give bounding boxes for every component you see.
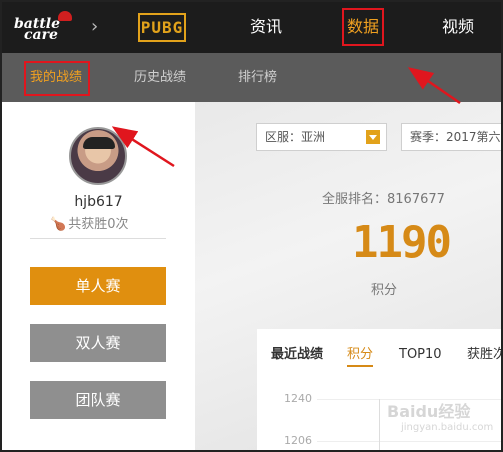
profile-sidebar: hjb617 🍗 共获胜0次 单人赛 双人赛 团队赛 [2,102,195,450]
server-select-value: 区服：亚洲 [265,130,326,144]
season-select[interactable]: 赛季：2017第六季 [401,123,503,151]
score-value: 1190 [352,217,452,268]
server-rank: 全服排名：8167677 [322,192,445,207]
duo-mode-button[interactable]: 双人赛 [30,324,166,362]
season-select-value: 赛季：2017第六季 [410,130,503,144]
server-select[interactable]: 区服：亚洲 [256,123,387,151]
watermark-line1: Baidu经验 [387,402,471,421]
baidu-watermark: Baidu经验 jingyan.baidu.com [387,398,499,442]
username: hjb617 [74,194,123,210]
squad-mode-button[interactable]: 团队赛 [30,381,166,419]
sub-navigation-bar: 我的战绩 历史战绩 排行榜 [2,53,501,102]
nav-data[interactable]: 数据 [347,16,379,38]
top-navigation-bar: battle care › PUBG 资讯 数据 视频 [2,2,501,53]
chevron-right-icon: › [91,16,99,37]
y-axis-label: 1240 [284,392,312,405]
nav-video[interactable]: 视频 [442,16,474,38]
chicken-icon: 🍗 [50,217,67,232]
subnav-ranking[interactable]: 排行榜 [238,70,277,86]
wins-text: 共获胜0次 [68,217,129,232]
tab-wins[interactable]: 获胜次数 [467,346,501,364]
avatar[interactable] [69,127,127,185]
logo-text-line2: care [24,27,58,43]
screenshot-frame: battle care › PUBG 资讯 数据 视频 我的战绩 历史战绩 排行… [0,0,503,452]
watermark-line2: jingyan.baidu.com [401,422,494,433]
chart-axis-line [379,399,380,450]
recent-record-title: 最近战绩 [271,347,324,362]
avatar-cap [83,137,115,149]
nav-news[interactable]: 资讯 [250,16,282,38]
chevron-down-icon [366,130,380,144]
helmet-logo-mark [58,11,72,21]
wins-summary: 🍗 共获胜0次 [50,216,128,234]
tab-points[interactable]: 积分 [347,346,374,367]
y-axis-label: 1206 [284,434,312,447]
solo-mode-button[interactable]: 单人赛 [30,267,166,305]
subnav-history-record[interactable]: 历史战绩 [134,70,186,86]
tab-top10[interactable]: TOP10 [399,346,442,364]
pubg-game-logo[interactable]: PUBG [138,13,186,42]
subnav-my-record[interactable]: 我的战绩 [30,70,82,86]
score-label: 积分 [371,283,398,298]
divider [30,238,166,239]
battlecare-logo[interactable]: battle care [12,11,84,45]
